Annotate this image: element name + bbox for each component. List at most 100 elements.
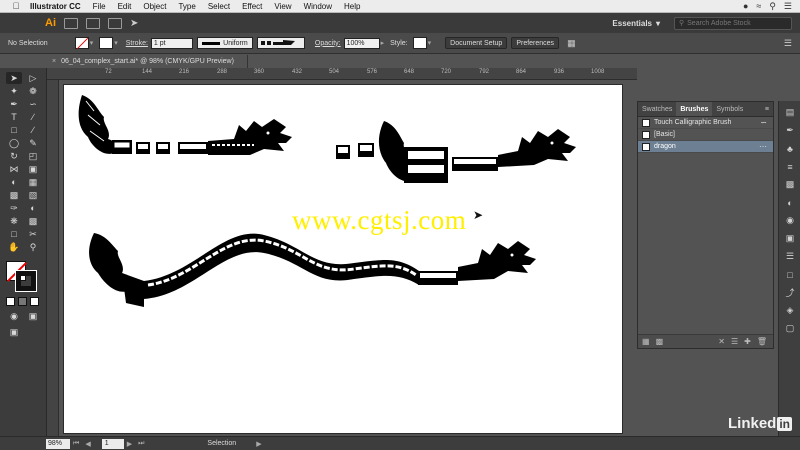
shape-builder-tool-icon[interactable]: ◐ [6, 176, 22, 188]
status-menu-icon[interactable]: ▶ [256, 440, 261, 448]
first-artboard-icon[interactable]: ⏮ [73, 440, 79, 448]
brushes-icon[interactable]: ✒ [779, 124, 800, 137]
previous-artboard-icon[interactable]: ◀ [85, 440, 90, 448]
shaper-tool-icon[interactable]: ◯ [6, 137, 22, 149]
brush-item-touch-calligraphic[interactable]: Touch Calligraphic Brush ∽ [638, 117, 773, 129]
document-tab[interactable]: × 06_04_complex_start.ai* @ 98% (CMYK/GP… [48, 55, 248, 68]
delete-brush-icon[interactable]: 🗑 [757, 337, 767, 346]
chevron-down-icon[interactable]: ▾ [428, 39, 432, 47]
stroke-swatch[interactable] [99, 37, 114, 49]
libraries-panel-icon[interactable]: ▩ [656, 337, 664, 346]
workspace-switcher[interactable]: Essentials ▾ [612, 19, 660, 28]
asset-export-icon[interactable]: ▢ [779, 322, 800, 335]
paintbrush-tool-icon[interactable]: ∕ [25, 124, 41, 136]
free-transform-tool-icon[interactable]: ▣ [25, 163, 41, 175]
vertical-ruler[interactable] [47, 80, 59, 436]
zoom-tool-icon[interactable]: ⚲ [25, 241, 41, 253]
eyedropper-tool-icon[interactable]: ✑ [6, 202, 22, 214]
next-artboard-icon[interactable]: ▶ [127, 440, 132, 448]
artboards-icon[interactable]: □ [779, 268, 800, 281]
menu-view[interactable]: View [268, 2, 297, 11]
menu-type[interactable]: Type [172, 2, 201, 11]
bridge-icon[interactable] [64, 17, 78, 29]
gradient-mode-icon[interactable] [18, 297, 27, 306]
menu-object[interactable]: Object [137, 2, 172, 11]
chevron-down-icon[interactable]: ▾ [114, 39, 118, 47]
eraser-tool-icon[interactable]: ✎ [25, 137, 41, 149]
close-tab-icon[interactable]: × [52, 58, 56, 65]
mesh-tool-icon[interactable]: ▩ [6, 189, 22, 201]
none-mode-icon[interactable] [30, 297, 39, 306]
apple-icon[interactable]:  [8, 1, 24, 11]
magic-wand-tool-icon[interactable]: ✦ [6, 85, 22, 97]
symbol-sprayer-tool-icon[interactable]: ❋ [6, 215, 22, 227]
last-artboard-icon[interactable]: ⏭ [138, 440, 144, 448]
layers-stack-icon[interactable]: ◈ [779, 304, 800, 317]
panel-menu-icon[interactable]: ☰ [784, 38, 792, 49]
chevron-down-icon[interactable]: ▾ [90, 39, 94, 47]
gradient-icon[interactable]: ▩ [779, 178, 800, 191]
hand-tool-icon[interactable]: ✋ [6, 241, 22, 253]
lasso-tool-icon[interactable]: ❁ [25, 85, 41, 97]
tab-symbols[interactable]: Symbols [712, 102, 747, 116]
pen-tool-icon[interactable]: ✒ [6, 98, 22, 110]
wifi-icon[interactable]: ≈ [756, 1, 761, 11]
line-tool-icon[interactable]: ∕ [25, 111, 41, 123]
stroke-icon[interactable]: ≡ [779, 160, 800, 173]
artboard-tool-icon[interactable]: □ [6, 228, 22, 240]
dragon-1[interactable] [78, 95, 292, 155]
perspective-grid-tool-icon[interactable]: ▦ [25, 176, 41, 188]
rectangle-tool-icon[interactable]: □ [6, 124, 22, 136]
dragon-3[interactable] [89, 233, 536, 307]
selection-tool-icon[interactable]: ➤ [6, 72, 22, 84]
stroke-black-swatch[interactable] [15, 270, 37, 292]
gradient-tool-icon[interactable]: ▧ [25, 189, 41, 201]
menu-illustrator[interactable]: Illustrator CC [24, 2, 87, 11]
new-brush-icon[interactable]: ✚ [744, 337, 751, 346]
curvature-tool-icon[interactable]: ∽ [25, 98, 41, 110]
column-graph-tool-icon[interactable]: ▩ [25, 215, 41, 227]
menu-effect[interactable]: Effect [236, 2, 268, 11]
color-mode-icon[interactable] [6, 297, 15, 306]
stroke-options-icon[interactable]: ☰ [731, 337, 738, 346]
stroke-weight-field[interactable]: 1 pt [150, 37, 193, 49]
stroke-label[interactable]: Stroke: [126, 40, 148, 47]
screen-mode-icon[interactable]: ▣ [6, 326, 22, 338]
type-tool-icon[interactable]: T [6, 111, 22, 123]
appearance-icon[interactable]: ◉ [779, 214, 800, 227]
artboard[interactable]: www.cgtsj.com ➤ [63, 84, 623, 434]
layers-icon[interactable]: ☰ [779, 250, 800, 263]
remove-stroke-icon[interactable]: ✕ [718, 337, 725, 346]
dragon-artwork[interactable] [64, 85, 624, 435]
creative-cloud-icon[interactable]: ● [743, 1, 748, 11]
menu-help[interactable]: Help [338, 2, 366, 11]
draw-inside-icon[interactable]: ▣ [25, 310, 41, 322]
arrange-documents-icon[interactable] [108, 17, 122, 29]
graphic-style-swatch[interactable] [412, 37, 427, 49]
width-tool-icon[interactable]: ⋈ [6, 163, 22, 175]
menu-edit[interactable]: Edit [112, 2, 138, 11]
opacity-label[interactable]: Opacity: [315, 40, 341, 47]
direct-selection-tool-icon[interactable]: ▷ [25, 72, 41, 84]
document-setup-button[interactable]: Document Setup [445, 37, 508, 49]
notification-icon[interactable]: ☰ [784, 1, 792, 12]
arrange-icon[interactable]: ▦ [567, 38, 576, 49]
fill-stroke-control[interactable] [6, 261, 46, 293]
dragon-2[interactable] [336, 121, 576, 183]
chevron-right-icon[interactable]: ▸ [381, 39, 385, 47]
menu-select[interactable]: Select [202, 2, 236, 11]
opacity-field[interactable]: 100% [343, 37, 380, 49]
properties-icon[interactable]: ▤ [779, 106, 800, 119]
stroke-profile-select[interactable]: Uniform [196, 37, 253, 49]
rotate-tool-icon[interactable]: ↻ [6, 150, 22, 162]
transparency-icon[interactable]: ◐ [779, 196, 800, 209]
brush-item-dragon[interactable]: dragon ⋯ [638, 141, 773, 153]
menu-window[interactable]: Window [298, 2, 338, 11]
graphic-styles-icon[interactable]: ▣ [779, 232, 800, 245]
scale-tool-icon[interactable]: ◰ [25, 150, 41, 162]
blend-tool-icon[interactable]: ◐ [25, 202, 41, 214]
stock-search-input[interactable]: ⚲ Search Adobe Stock [674, 16, 792, 30]
export-icon[interactable]: ⤴ [779, 286, 800, 299]
brush-item-basic[interactable]: [Basic] [638, 129, 773, 141]
brush-definition-select[interactable] [256, 37, 305, 49]
